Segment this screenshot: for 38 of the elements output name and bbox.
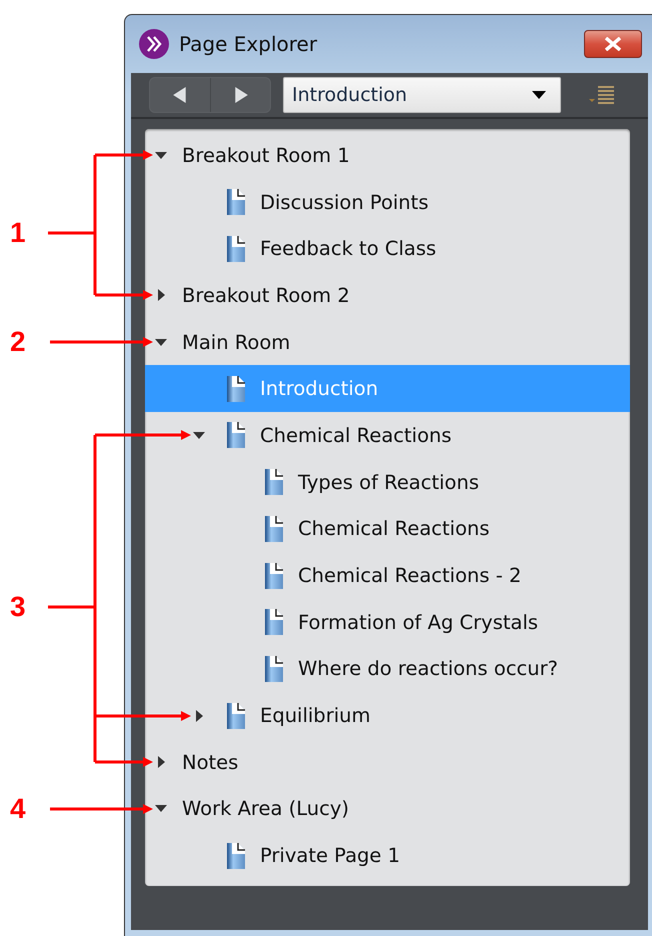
caret-icon (532, 91, 546, 99)
tree-item[interactable]: Breakout Room 2 (145, 272, 630, 319)
page-icon (227, 422, 245, 448)
window-title: Page Explorer (179, 32, 318, 56)
app-logo-icon (139, 29, 169, 59)
triangle-left-icon (173, 87, 187, 103)
callout-number: 2 (10, 325, 26, 359)
x-icon (603, 37, 623, 51)
tree-item[interactable]: Chemical Reactions (145, 506, 630, 552)
triangle-right-icon[interactable] (158, 289, 164, 302)
tree-item[interactable]: Notes (145, 738, 630, 786)
page-icon (265, 469, 283, 496)
callout-number: 3 (10, 590, 26, 624)
tree-item[interactable]: Equilibrium (145, 692, 630, 739)
close-button[interactable] (584, 30, 642, 58)
page-icon (265, 609, 283, 636)
tree-item[interactable]: Formation of Ag Crystals (145, 598, 630, 646)
tree-item[interactable]: Chemical Reactions (145, 412, 630, 459)
tree-item[interactable]: Chemical Reactions - 2 (145, 552, 630, 599)
page-icon (227, 376, 245, 402)
triangle-right-icon[interactable] (196, 710, 202, 722)
page-icon (227, 189, 245, 216)
tree-item[interactable]: Feedback to Class (145, 225, 630, 272)
callout-number: 4 (10, 792, 26, 826)
triangle-right-icon (234, 87, 248, 103)
page-icon (227, 842, 245, 869)
page-icon (227, 236, 245, 262)
triangle-right-icon[interactable] (158, 756, 164, 768)
tree-item[interactable]: Discussion Points (145, 178, 630, 226)
tree-item[interactable]: Private Page 1 (145, 832, 630, 879)
page-icon (265, 656, 283, 682)
page-icon (265, 562, 283, 589)
tree-item[interactable]: Where do reactions occur? (145, 646, 630, 692)
tree-item[interactable]: Types of Reactions (145, 458, 630, 506)
page-icon (227, 702, 245, 729)
page-dropdown[interactable]: Introduction (283, 77, 561, 113)
callout-number: 1 (10, 216, 26, 250)
page-icon (265, 516, 283, 542)
